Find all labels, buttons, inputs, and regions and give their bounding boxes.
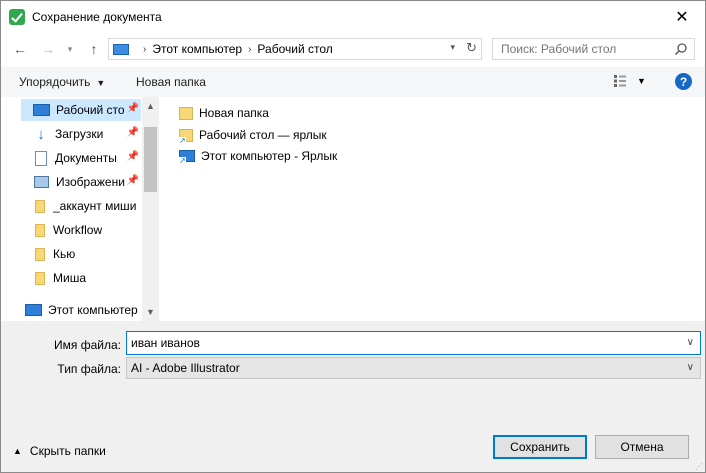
chevron-down-icon[interactable]: ∨	[687, 337, 694, 348]
file-list: Новая папка Рабочий стол — ярлык Этот ко…	[159, 97, 705, 321]
breadcrumb-separator-icon[interactable]: ›	[248, 44, 251, 55]
nav-item-label: Рабочий сто	[56, 103, 125, 117]
nav-item-this-pc[interactable]: Этот компьютер	[5, 299, 141, 321]
address-row: ← → ▾ ↑ › Этот компьютер › Рабочий стол …	[1, 33, 705, 65]
search-icon[interactable]	[674, 42, 688, 56]
breadcrumb-separator-icon[interactable]: ›	[143, 44, 146, 55]
documents-icon	[35, 150, 47, 166]
up-arrow-icon[interactable]: ↑	[83, 39, 105, 59]
new-folder-button[interactable]: Новая папка	[136, 75, 206, 89]
nav-item-workflow[interactable]: Workflow	[21, 219, 141, 241]
forward-arrow-icon[interactable]: →	[37, 39, 59, 59]
chevron-up-icon: ▲	[13, 446, 22, 456]
view-options-icon[interactable]	[613, 74, 627, 88]
folder-icon	[179, 106, 193, 120]
pictures-icon	[34, 176, 49, 188]
computer-shortcut-icon	[179, 150, 195, 165]
address-dropdown-icon[interactable]: ▾	[450, 42, 455, 53]
chevron-down-icon: ▼	[96, 78, 106, 88]
list-item[interactable]: Новая папка	[179, 102, 269, 124]
pin-icon[interactable]: 📌	[127, 103, 139, 114]
pin-icon[interactable]: 📌	[127, 151, 139, 162]
nav-item-misha[interactable]: Миша	[21, 267, 141, 289]
nav-item-label: _аккаунт миши	[53, 199, 137, 213]
nav-item-label: Миша	[53, 271, 86, 285]
folder-icon	[35, 199, 45, 213]
filename-input[interactable]	[131, 336, 671, 350]
list-item[interactable]: Этот компьютер - Ярлык	[179, 145, 337, 167]
file-name: Рабочий стол — ярлык	[199, 128, 327, 142]
address-bar[interactable]: › Этот компьютер › Рабочий стол ▾ ↻	[108, 38, 482, 60]
nav-item-desktop[interactable]: Рабочий сто 📌	[21, 99, 141, 121]
file-name: Этот компьютер - Ярлык	[201, 149, 338, 163]
nav-item-account-folder[interactable]: _аккаунт миши	[21, 195, 141, 217]
nav-item-kyu[interactable]: Кью	[21, 243, 141, 265]
search-input[interactable]	[501, 42, 666, 56]
nav-scrollbar[interactable]: ▲ ▼	[142, 97, 159, 321]
nav-item-label: Этот компьютер	[48, 303, 138, 317]
nav-item-label: Документы	[55, 151, 117, 165]
filetype-select[interactable]: AI - Adobe Illustrator ∨	[126, 357, 701, 379]
downloads-icon: ↓	[37, 125, 45, 143]
chevron-down-icon[interactable]: ∨	[687, 362, 694, 373]
filetype-value: AI - Adobe Illustrator	[131, 361, 240, 375]
pin-icon[interactable]: 📌	[127, 127, 139, 138]
command-toolbar: Упорядочить ▼ Новая папка ▼ ?	[1, 67, 705, 97]
computer-icon	[113, 43, 129, 55]
title-bar: Сохранение документа ✕	[1, 1, 705, 33]
nav-item-downloads[interactable]: ↓ Загрузки 📌	[21, 123, 141, 145]
filename-label: Имя файла:	[54, 338, 121, 352]
nav-item-label: Изображени	[56, 175, 125, 189]
list-item[interactable]: Рабочий стол — ярлык	[179, 124, 327, 146]
help-button[interactable]: ?	[675, 73, 692, 90]
filetype-label: Тип файла:	[57, 362, 121, 376]
close-button[interactable]: ✕	[659, 1, 705, 33]
scroll-thumb[interactable]	[144, 127, 157, 192]
nav-item-label: Workflow	[53, 223, 103, 237]
window-title: Сохранение документа	[32, 10, 162, 24]
save-button[interactable]: Сохранить	[493, 435, 587, 459]
search-box[interactable]	[492, 38, 695, 60]
desktop-icon	[33, 104, 50, 116]
folder-shortcut-icon	[179, 128, 193, 145]
dialog-footer: ▲ Скрыть папки Сохранить Отмена ⋰	[1, 421, 705, 472]
folder-icon	[35, 271, 45, 285]
organize-button[interactable]: Упорядочить ▼	[19, 75, 105, 89]
folder-icon	[35, 247, 45, 261]
hide-folders-label: Скрыть папки	[29, 444, 106, 458]
filename-combobox[interactable]: ∨	[126, 331, 701, 355]
nav-item-label: Кью	[53, 247, 76, 261]
navigation-pane: Рабочий сто 📌 ↓ Загрузки 📌 Документы 📌 И…	[1, 97, 159, 321]
scroll-up-icon[interactable]: ▲	[146, 101, 155, 111]
app-logo-icon	[9, 9, 25, 25]
nav-item-pictures[interactable]: Изображени 📌	[21, 171, 141, 193]
computer-icon	[25, 304, 42, 316]
save-dialog: Сохранение документа ✕ ← → ▾ ↑ › Этот ко…	[0, 0, 706, 473]
view-dropdown-icon[interactable]: ▼	[637, 76, 646, 86]
breadcrumb-this-pc[interactable]: Этот компьютер	[152, 42, 242, 56]
pin-icon[interactable]: 📌	[127, 175, 139, 186]
hide-folders-button[interactable]: ▲ Скрыть папки	[13, 444, 106, 458]
resize-grip-icon[interactable]: ⋰	[695, 462, 703, 471]
back-arrow-icon[interactable]: ←	[9, 39, 31, 59]
file-name: Новая папка	[199, 106, 269, 120]
nav-item-documents[interactable]: Документы 📌	[21, 147, 141, 169]
breadcrumb-desktop[interactable]: Рабочий стол	[257, 42, 332, 56]
folder-icon	[35, 223, 45, 237]
organize-label: Упорядочить	[19, 75, 91, 89]
nav-item-label: Загрузки	[55, 127, 104, 141]
recent-locations-chevron-icon[interactable]: ▾	[63, 39, 77, 59]
cancel-button[interactable]: Отмена	[595, 435, 689, 459]
scroll-down-icon[interactable]: ▼	[146, 307, 155, 317]
refresh-icon[interactable]: ↻	[466, 40, 477, 56]
